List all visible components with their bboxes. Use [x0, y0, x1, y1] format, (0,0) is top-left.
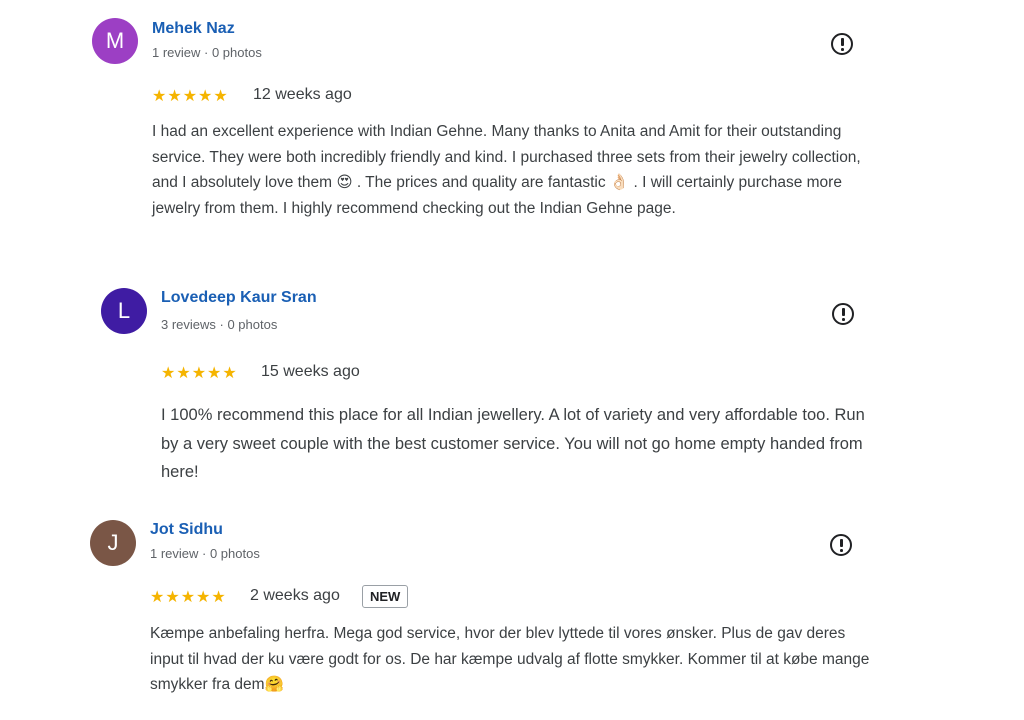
- new-badge: NEW: [362, 585, 409, 608]
- report-flag-icon[interactable]: [832, 303, 854, 325]
- avatar[interactable]: J: [90, 520, 136, 566]
- report-flag-icon[interactable]: [830, 534, 852, 556]
- avatar[interactable]: L: [101, 288, 147, 334]
- avatar-letter: L: [117, 298, 131, 323]
- reviewer-name[interactable]: Lovedeep Kaur Sran: [161, 289, 317, 307]
- star-rating: ★★★★★: [150, 589, 227, 606]
- reviewer-meta: 1 review · 0 photos: [152, 45, 262, 60]
- avatar[interactable]: M: [92, 18, 138, 64]
- reviewer-meta: 3 reviews · 0 photos: [161, 317, 278, 332]
- avatar-letter: M: [105, 28, 125, 53]
- review-date: 2 weeks ago: [250, 587, 340, 604]
- reviewer-name[interactable]: Jot Sidhu: [150, 521, 223, 539]
- report-flag-icon[interactable]: [831, 33, 853, 55]
- star-rating: ★★★★★: [152, 88, 229, 105]
- review-date: 12 weeks ago: [253, 86, 352, 103]
- reviewer-name[interactable]: Mehek Naz: [152, 20, 235, 38]
- reviewer-meta: 1 review · 0 photos: [150, 546, 260, 561]
- star-rating: ★★★★★: [161, 365, 238, 382]
- review-text: I had an excellent experience with India…: [152, 123, 861, 217]
- review-text: I 100% recommend this place for all Indi…: [161, 406, 865, 481]
- avatar-letter: J: [107, 530, 119, 555]
- review-text: Kæmpe anbefaling herfra. Mega god servic…: [150, 625, 870, 693]
- review-date: 15 weeks ago: [261, 363, 360, 380]
